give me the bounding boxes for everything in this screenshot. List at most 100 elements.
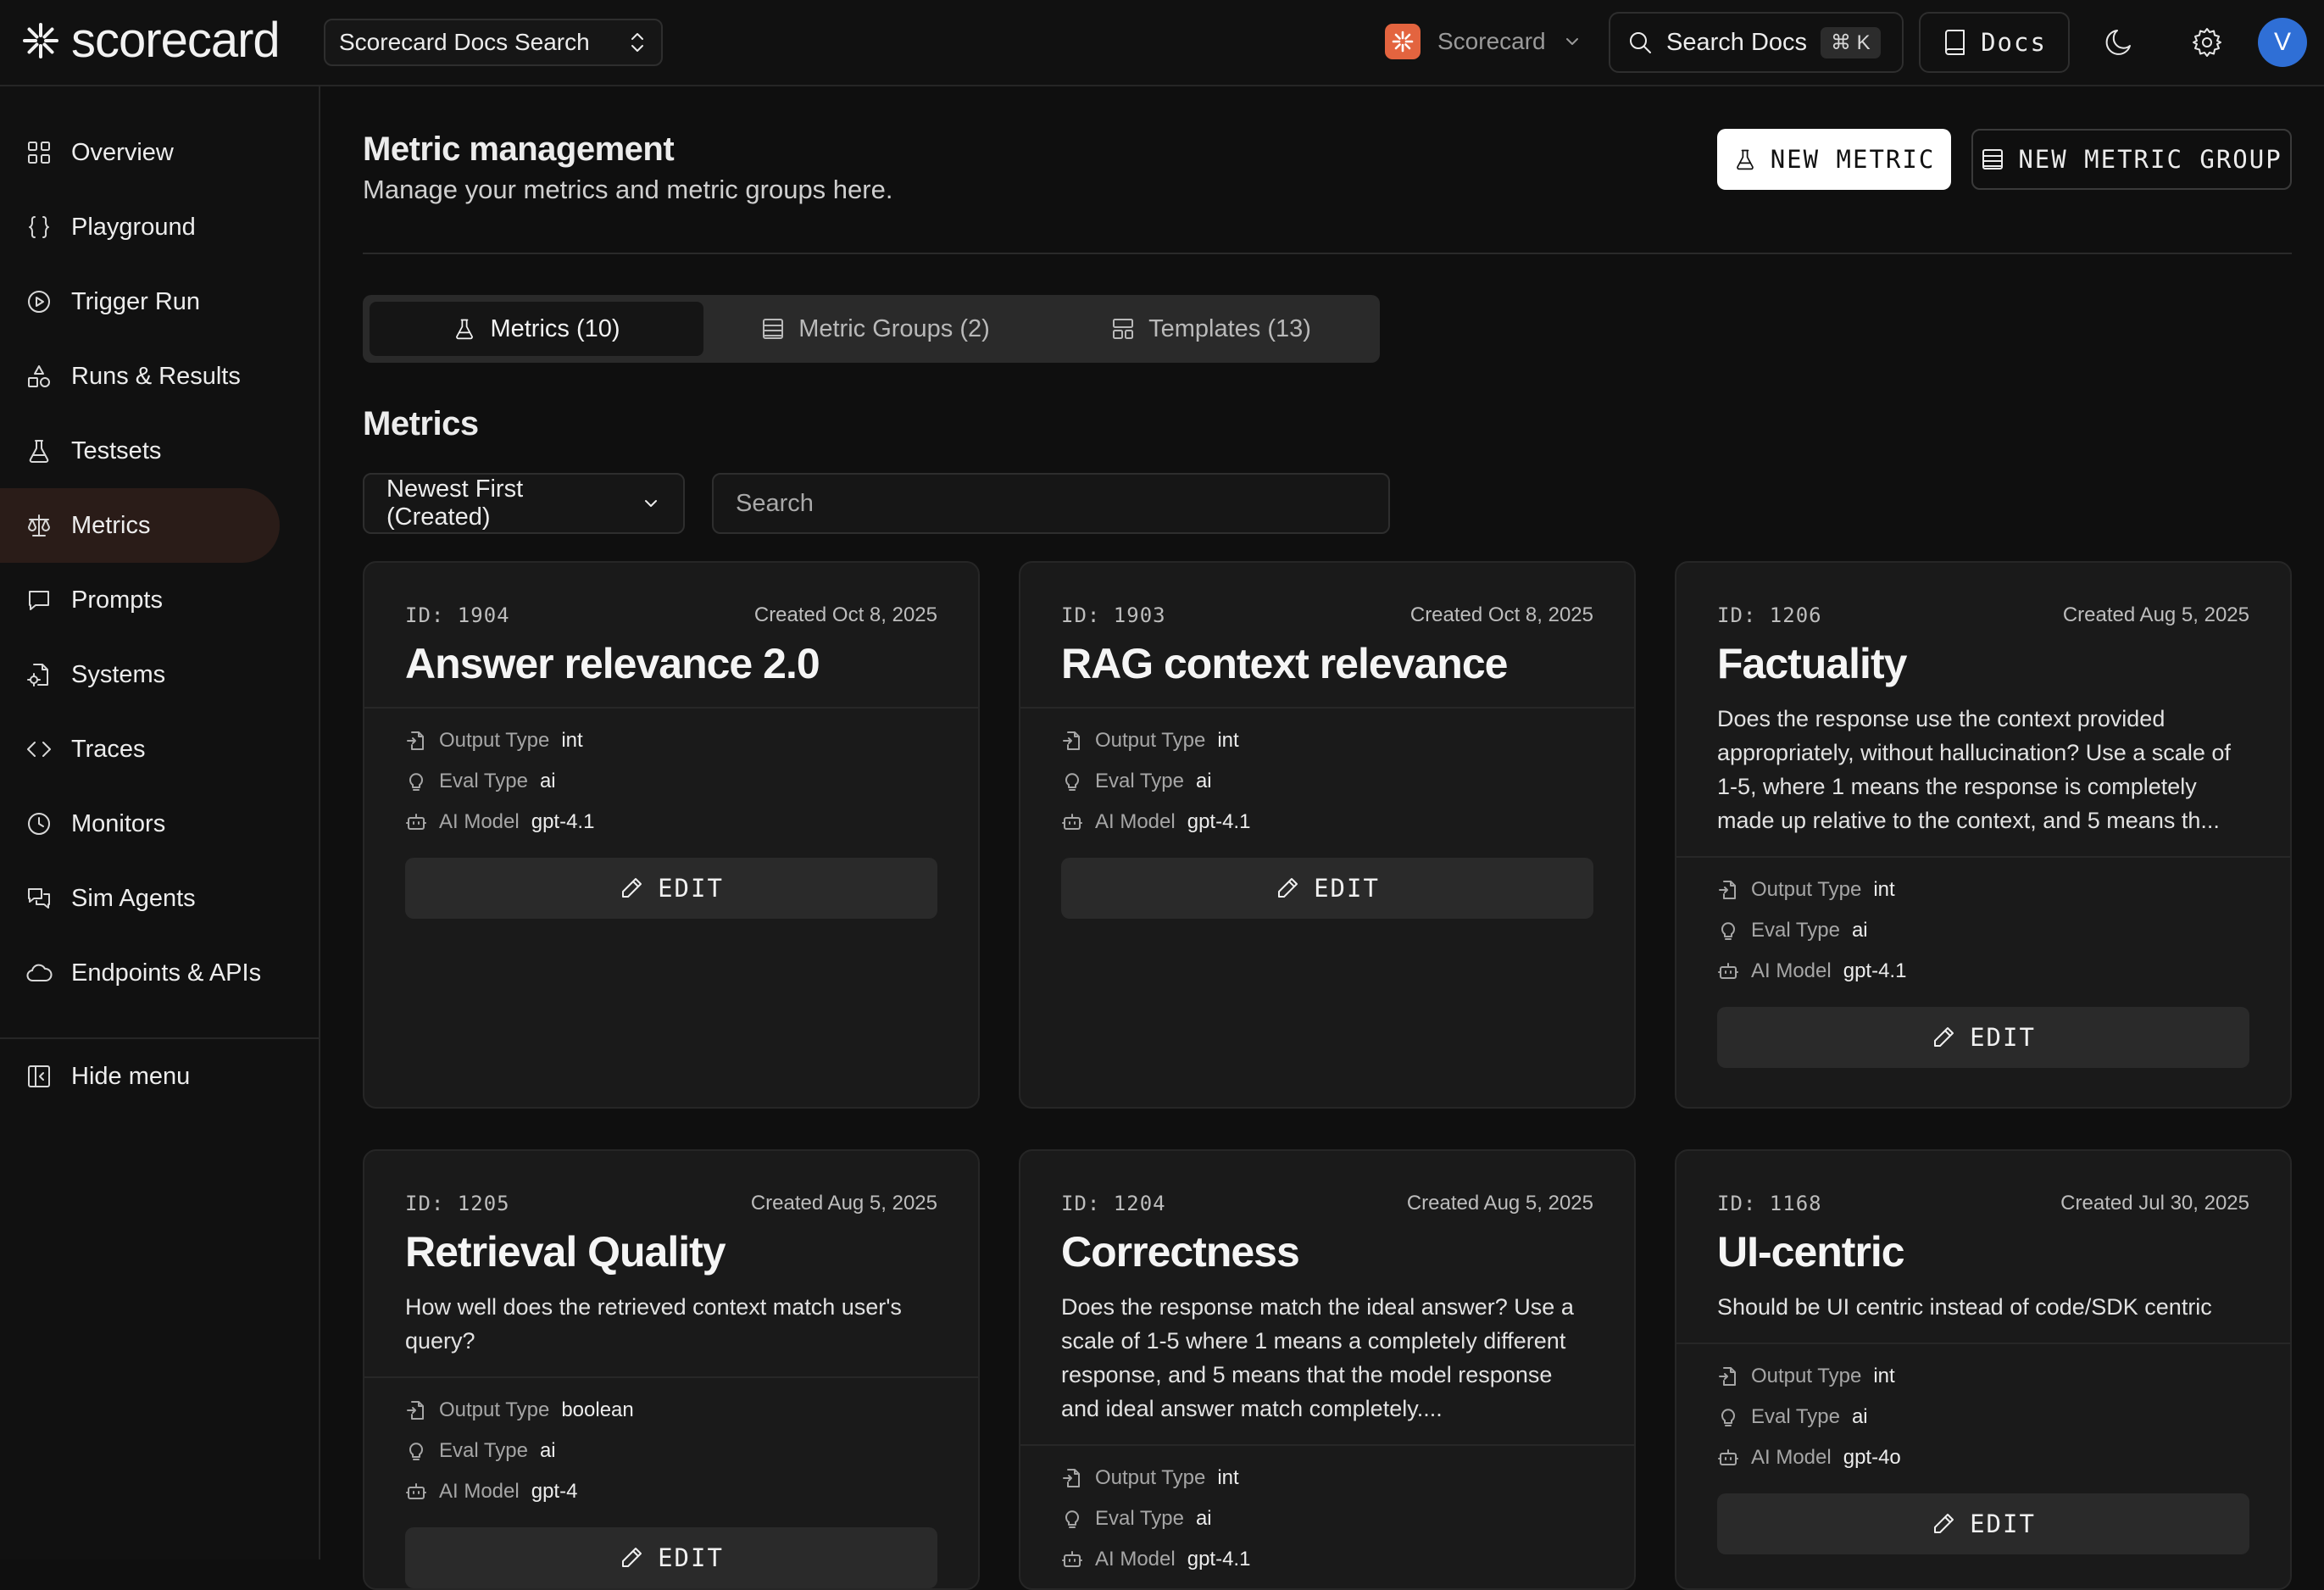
output-type-value: int [1217,1466,1239,1489]
lightbulb-icon [405,1440,427,1462]
sidebar-item-label: Overview [71,138,174,166]
attr-label: Output Type [1095,1466,1206,1489]
edit-button[interactable]: EDIT [405,1527,937,1588]
metric-attributes: Output Type int Eval Type ai AI Model gp… [1717,1356,1901,1478]
metric-description: Does the response match the ideal answer… [1061,1294,1574,1421]
theme-toggle-button[interactable] [2097,20,2141,64]
sidebar-item-traces[interactable]: Traces [0,712,280,787]
file-output-icon [405,730,427,752]
ai-model-row: AI Model gpt-4.1 [1717,951,1906,992]
new-metric-button[interactable]: NEW METRIC [1717,129,1951,190]
sidebar-item-testsets[interactable]: Testsets [0,414,280,488]
eval-type-value: ai [1195,770,1212,792]
sidebar-item-label: Monitors [71,809,166,837]
search-docs-label: Search Docs [1666,28,1808,56]
sidebar-item-overview[interactable]: Overview [0,115,280,190]
bot-icon [405,1481,427,1503]
metric-card[interactable]: ID: 1204 Created Aug 5, 2025 Correctness… [1019,1149,1636,1590]
attr-label: Eval Type [1095,1507,1184,1530]
sidebar-item-metrics[interactable]: Metrics [0,488,280,563]
metric-attributes: Output Type int Eval Type ai AI Model gp… [1717,870,1906,992]
docs-button[interactable]: Docs [1919,12,2070,73]
metric-title: Factuality [1717,640,1907,687]
org-switcher[interactable]: Scorecard [1385,24,1582,59]
settings-button[interactable] [2185,20,2229,64]
metric-id: ID: 1904 [405,603,510,627]
metric-card[interactable]: ID: 1206 Created Aug 5, 2025 Factuality … [1675,561,2292,1109]
avatar[interactable]: V [2258,18,2307,67]
metric-card[interactable]: ID: 1168 Created Jul 30, 2025 UI-centric… [1675,1149,2292,1590]
edit-button[interactable]: EDIT [1717,1007,2249,1068]
pencil-icon [619,1545,644,1571]
metric-description: Should be UI centric instead of code/SDK… [1717,1294,2212,1320]
attr-label: Eval Type [439,770,528,792]
metric-attributes: Output Type boolean Eval Type ai AI Mode… [405,1390,634,1512]
search-docs-button[interactable]: Search Docs ⌘ K [1609,12,1904,73]
ai-model-row: AI Model gpt-4o [1717,1437,1901,1478]
ai-model-row: AI Model gpt-4.1 [1061,1539,1250,1580]
sidebar-item-prompts[interactable]: Prompts [0,563,280,637]
hide-menu-button[interactable]: Hide menu [0,1039,280,1114]
sidebar-item-label: Systems [71,660,166,688]
card-meta: ID: 1204 Created Aug 5, 2025 [1061,1192,1593,1215]
docs-search-select[interactable]: Scorecard Docs Search [324,19,663,66]
edit-button[interactable]: EDIT [405,858,937,919]
edit-button[interactable]: EDIT [1061,858,1593,919]
metric-id: ID: 1168 [1717,1192,1822,1215]
new-metric-group-button[interactable]: NEW METRIC GROUP [1971,129,2292,190]
file-output-icon [1061,730,1083,752]
list-icon [1981,147,2004,171]
sidebar-item-label: Prompts [71,586,163,614]
sidebar-item-label: Trigger Run [71,287,201,315]
sidebar-item-endpoints-apis[interactable]: Endpoints & APIs [0,936,280,1010]
tab-metric-groups[interactable]: Metric Groups (2) [709,302,1042,356]
message-square-icon [25,587,53,614]
page-subtitle: Manage your metrics and metric groups he… [363,175,893,204]
ai-model-row: AI Model gpt-4.1 [1061,802,1250,842]
sidebar-item-runs-results[interactable]: Runs & Results [0,339,280,414]
edit-label: EDIT [658,874,724,903]
created-date: Created Jul 30, 2025 [2060,1192,2249,1215]
bot-icon [405,811,427,833]
sort-select-label: Newest First (Created) [386,475,524,531]
org-name: Scorecard [1437,28,1546,54]
eval-type-row: Eval Type ai [405,761,594,802]
hide-menu-label: Hide menu [71,1062,191,1090]
sidebar-item-monitors[interactable]: Monitors [0,787,280,861]
sidebar-item-trigger-run[interactable]: Trigger Run [0,264,280,339]
metric-card[interactable]: ID: 1904 Created Oct 8, 2025 Answer rele… [363,561,980,1109]
created-date: Created Oct 8, 2025 [753,603,937,626]
list-icon [761,317,785,341]
card-divider [364,707,978,709]
tab-label: Templates (13) [1148,314,1311,342]
attr-label: Eval Type [1751,919,1840,942]
metric-card[interactable]: ID: 1903 Created Oct 8, 2025 RAG context… [1019,561,1636,1109]
sidebar-item-systems[interactable]: Systems [0,637,280,712]
metric-title: RAG context relevance [1061,640,1508,687]
sidebar-item-sim-agents[interactable]: Sim Agents [0,861,280,936]
attr-label: Eval Type [439,1439,528,1462]
flask-icon [1733,147,1757,172]
logo[interactable]: scorecard [22,14,281,68]
output-type-row: Output Type boolean [405,1390,634,1431]
card-divider [1020,1444,1634,1446]
tab-metrics[interactable]: Metrics (10) [370,302,703,356]
ai-model-value: gpt-4.1 [1187,1548,1251,1571]
sidebar-item-playground[interactable]: Playground [0,190,280,264]
metric-title: UI-centric [1717,1228,1905,1276]
main-content: Metric management Manage your metrics an… [320,86,2324,1590]
tab-templates[interactable]: Templates (13) [1048,302,1375,356]
attr-label: Output Type [1095,729,1206,752]
card-divider [364,1376,978,1378]
edit-button[interactable]: EDIT [1717,1493,2249,1554]
lightbulb-icon [1717,920,1739,942]
card-meta: ID: 1904 Created Oct 8, 2025 [405,603,937,627]
search-input[interactable] [712,473,1390,534]
sort-select[interactable]: Newest First (Created) [363,473,685,534]
metric-card[interactable]: ID: 1205 Created Aug 5, 2025 Retrieval Q… [363,1149,980,1590]
created-date: Created Aug 5, 2025 [1406,1192,1593,1215]
output-type-value: int [1217,729,1239,752]
created-date: Created Aug 5, 2025 [2062,603,2249,626]
edit-label: EDIT [1970,1023,2036,1052]
attr-label: AI Model [439,1480,520,1503]
